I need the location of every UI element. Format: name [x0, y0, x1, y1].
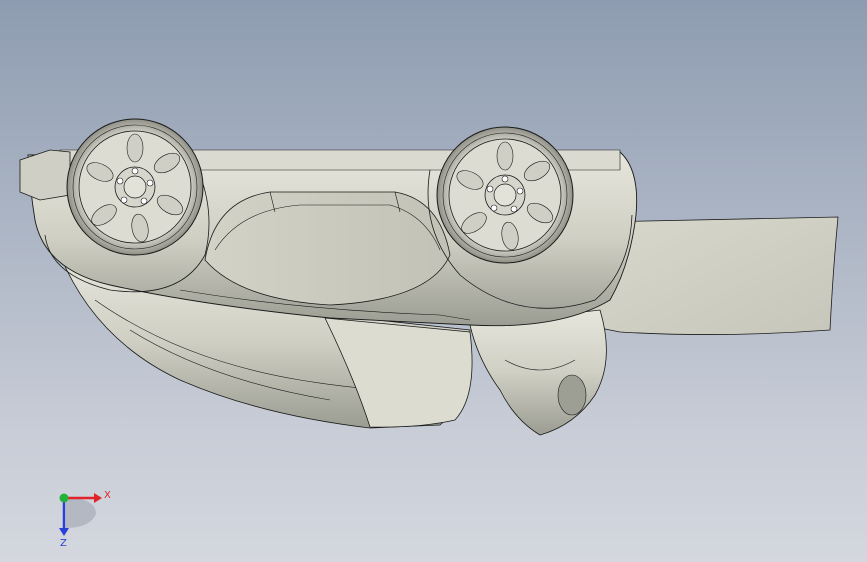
- front-bumper-block: [19, 149, 71, 201]
- z-axis-label: Z: [60, 538, 67, 548]
- z-axis-arrow: [59, 528, 69, 536]
- triad-shadow: [66, 498, 96, 528]
- rear-hanging-assembly: [469, 309, 607, 436]
- car-underbody-model[interactable]: [0, 0, 867, 562]
- orientation-triad[interactable]: X Z: [44, 484, 114, 548]
- x-axis-arrow: [94, 493, 102, 503]
- x-axis-label: X: [104, 490, 111, 501]
- left-wheel[interactable]: [66, 118, 204, 256]
- rear-assembly-cap: [557, 374, 587, 416]
- y-axis-dot: [59, 493, 69, 503]
- graphics-viewport[interactable]: X Z: [0, 0, 867, 562]
- right-wheel[interactable]: [436, 126, 574, 264]
